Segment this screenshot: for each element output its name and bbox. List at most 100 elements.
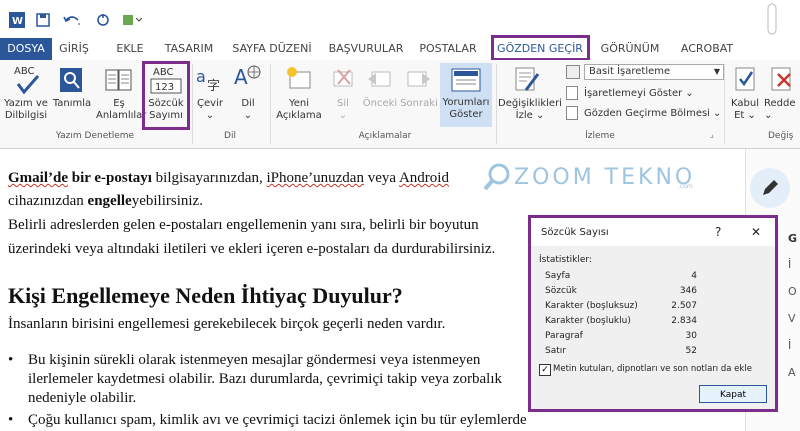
group-separator: [270, 64, 271, 144]
show-comments-button[interactable]: Yorumları Göster: [440, 63, 492, 127]
stat-label-chars-nospace: Karakter (boşluksuz): [545, 301, 638, 311]
word-app-icon: W: [8, 10, 26, 30]
include-textboxes-checkbox[interactable]: ✓: [539, 364, 551, 376]
redo-icon[interactable]: [94, 10, 112, 30]
stat-label-paragraphs: Paragraf: [545, 331, 583, 341]
tab-tasarim[interactable]: TASARIM: [160, 38, 218, 60]
doc-bullet1-line3: nedeniyle olabilir.: [28, 390, 137, 406]
pane-letter: İ: [788, 339, 792, 352]
svg-text:a: a: [196, 67, 206, 86]
watermark-text: ZOOM TEKNO: [514, 165, 696, 190]
next-comment-button[interactable]: Sonraki: [398, 98, 440, 110]
save-icon[interactable]: [34, 10, 52, 30]
tab-sayfa-duzeni[interactable]: SAYFA DÜZENİ: [230, 38, 314, 60]
doc-para2-line2: üzerindeki veya altındaki iletileri ve e…: [8, 241, 496, 257]
stat-value-pages: 4: [691, 271, 697, 281]
watermark-logo: [482, 162, 512, 196]
tab-ekle[interactable]: EKLE: [110, 38, 150, 60]
stat-label-chars-space: Karakter (boşluklu): [545, 316, 631, 326]
svg-text:A: A: [234, 65, 248, 89]
pane-letter: G: [788, 232, 798, 245]
pane-letter: O: [788, 285, 797, 298]
group-label-comments: Açıklamalar: [358, 131, 412, 141]
accept-button[interactable]: Kabul Et ⌄: [728, 98, 762, 122]
doc-bullet1-line1: Bu kişinin sürekli olarak istenmeyen mes…: [28, 352, 481, 368]
review-pane-button[interactable]: Gözden Geçirme Bölmesi ⌄: [566, 106, 721, 120]
pane-letter: İ: [788, 258, 792, 271]
group-label-proofing: Yazım Denetleme: [55, 131, 135, 141]
word-count-highlight: [142, 61, 190, 130]
stat-value-lines: 52: [685, 346, 697, 356]
doc-bullet1-line2: ilerlemeler kaydetmesi olabilir. Bazı du…: [28, 371, 502, 387]
translate-icon: a字: [196, 66, 224, 98]
pane-letter: A: [788, 366, 796, 379]
svg-text:字: 字: [207, 79, 220, 94]
previous-comment-icon: [366, 66, 394, 96]
thesaurus-button[interactable]: Eş Anlamlılar: [96, 98, 146, 122]
new-comment-icon: [284, 64, 314, 98]
language-button[interactable]: Dil ⌄: [230, 98, 266, 122]
doc-para3: İnsanların birisini engellemesi gerekebi…: [8, 316, 446, 332]
show-markup-icon: [566, 86, 578, 100]
doc-heading: Kişi Engellemeye Neden İhtiyaç Duyulur?: [8, 283, 403, 308]
svg-text:W: W: [12, 16, 23, 27]
stat-value-chars-space: 2.834: [671, 316, 697, 326]
doc-line-1: Gmail’de bir e-postayı bilgisayarınızdan…: [8, 170, 449, 186]
stat-label-pages: Sayfa: [545, 271, 571, 281]
magnifier-icon: [483, 163, 510, 191]
review-pane-icon: [566, 106, 578, 120]
define-button[interactable]: Tanımla: [50, 98, 94, 110]
tab-gorunum[interactable]: GÖRÜNÜM: [600, 38, 660, 60]
track-changes-button[interactable]: Değişiklikleri İzle ⌄: [496, 98, 564, 122]
reject-icon: [770, 64, 800, 98]
tab-acrobat[interactable]: ACROBAT: [676, 38, 738, 60]
doc-bullet2-line1: Çoğu kullanıcı spam, kimlik avı ve çevri…: [28, 412, 527, 428]
include-textboxes-label: Metin kutuları, dipnotları ve son notlar…: [553, 364, 752, 374]
delete-comment-button[interactable]: Sil ⌄: [326, 98, 360, 122]
group-label-language: Dil: [224, 131, 236, 141]
new-comment-button[interactable]: Yeni Açıklama: [276, 98, 322, 122]
customize-icon[interactable]: [120, 10, 144, 30]
group-separator: [724, 64, 725, 144]
close-icon[interactable]: ✕: [751, 225, 761, 239]
reject-button[interactable]: Redde ⌄: [764, 98, 800, 122]
svg-text:ABC: ABC: [14, 66, 35, 77]
track-changes-icon: [512, 64, 542, 98]
pane-letter: V: [788, 312, 796, 325]
group-label-tracking: İzleme: [585, 131, 615, 141]
review-tab-highlight: [491, 35, 590, 61]
watermark-sub: .com: [678, 183, 693, 190]
define-icon: [58, 66, 84, 98]
close-button[interactable]: Kapat: [699, 385, 767, 403]
show-comments-icon: [451, 68, 481, 92]
stats-heading: İstatistikler:: [539, 255, 592, 265]
tab-dosya[interactable]: DOSYA: [0, 38, 52, 60]
thesaurus-icon: [104, 66, 134, 98]
tab-postalar[interactable]: POSTALAR: [418, 38, 478, 60]
window-control[interactable]: [760, 0, 784, 38]
stat-label-lines: Satır: [545, 346, 566, 356]
bullet-marker: •: [8, 412, 14, 428]
language-icon: A: [234, 64, 262, 98]
word-count-dialog: Sözcük Sayısı ? ✕ İstatistikler: Sayfa 4…: [528, 215, 778, 412]
tab-giris[interactable]: GİRİŞ: [56, 38, 92, 60]
edit-button[interactable]: [750, 168, 790, 208]
delete-comment-icon: [330, 66, 356, 96]
previous-comment-button[interactable]: Önceki: [360, 98, 400, 110]
pencil-icon: [763, 180, 778, 195]
markup-dropdown[interactable]: Basit İşaretleme ▼: [584, 64, 724, 80]
stat-value-paragraphs: 30: [685, 331, 697, 341]
stat-value-words: 346: [679, 286, 697, 296]
chevron-down-icon: ▼: [713, 67, 720, 76]
next-comment-icon: [404, 66, 432, 96]
help-icon[interactable]: ?: [715, 225, 721, 239]
dialog-launcher-icon[interactable]: ⌟: [710, 130, 714, 139]
accept-icon: [734, 64, 758, 98]
undo-icon[interactable]: [60, 10, 84, 30]
show-markup-button[interactable]: İşaretlemeyi Göster ⌄: [566, 86, 694, 100]
group-label-changes: Değiş: [768, 131, 794, 141]
translate-button[interactable]: Çevir ⌄: [192, 98, 228, 122]
spelling-icon: ABC: [12, 64, 42, 100]
tab-basvurular[interactable]: BAŞVURULAR: [326, 38, 406, 60]
spelling-button[interactable]: Yazım ve Dilbilgisi: [2, 98, 50, 122]
